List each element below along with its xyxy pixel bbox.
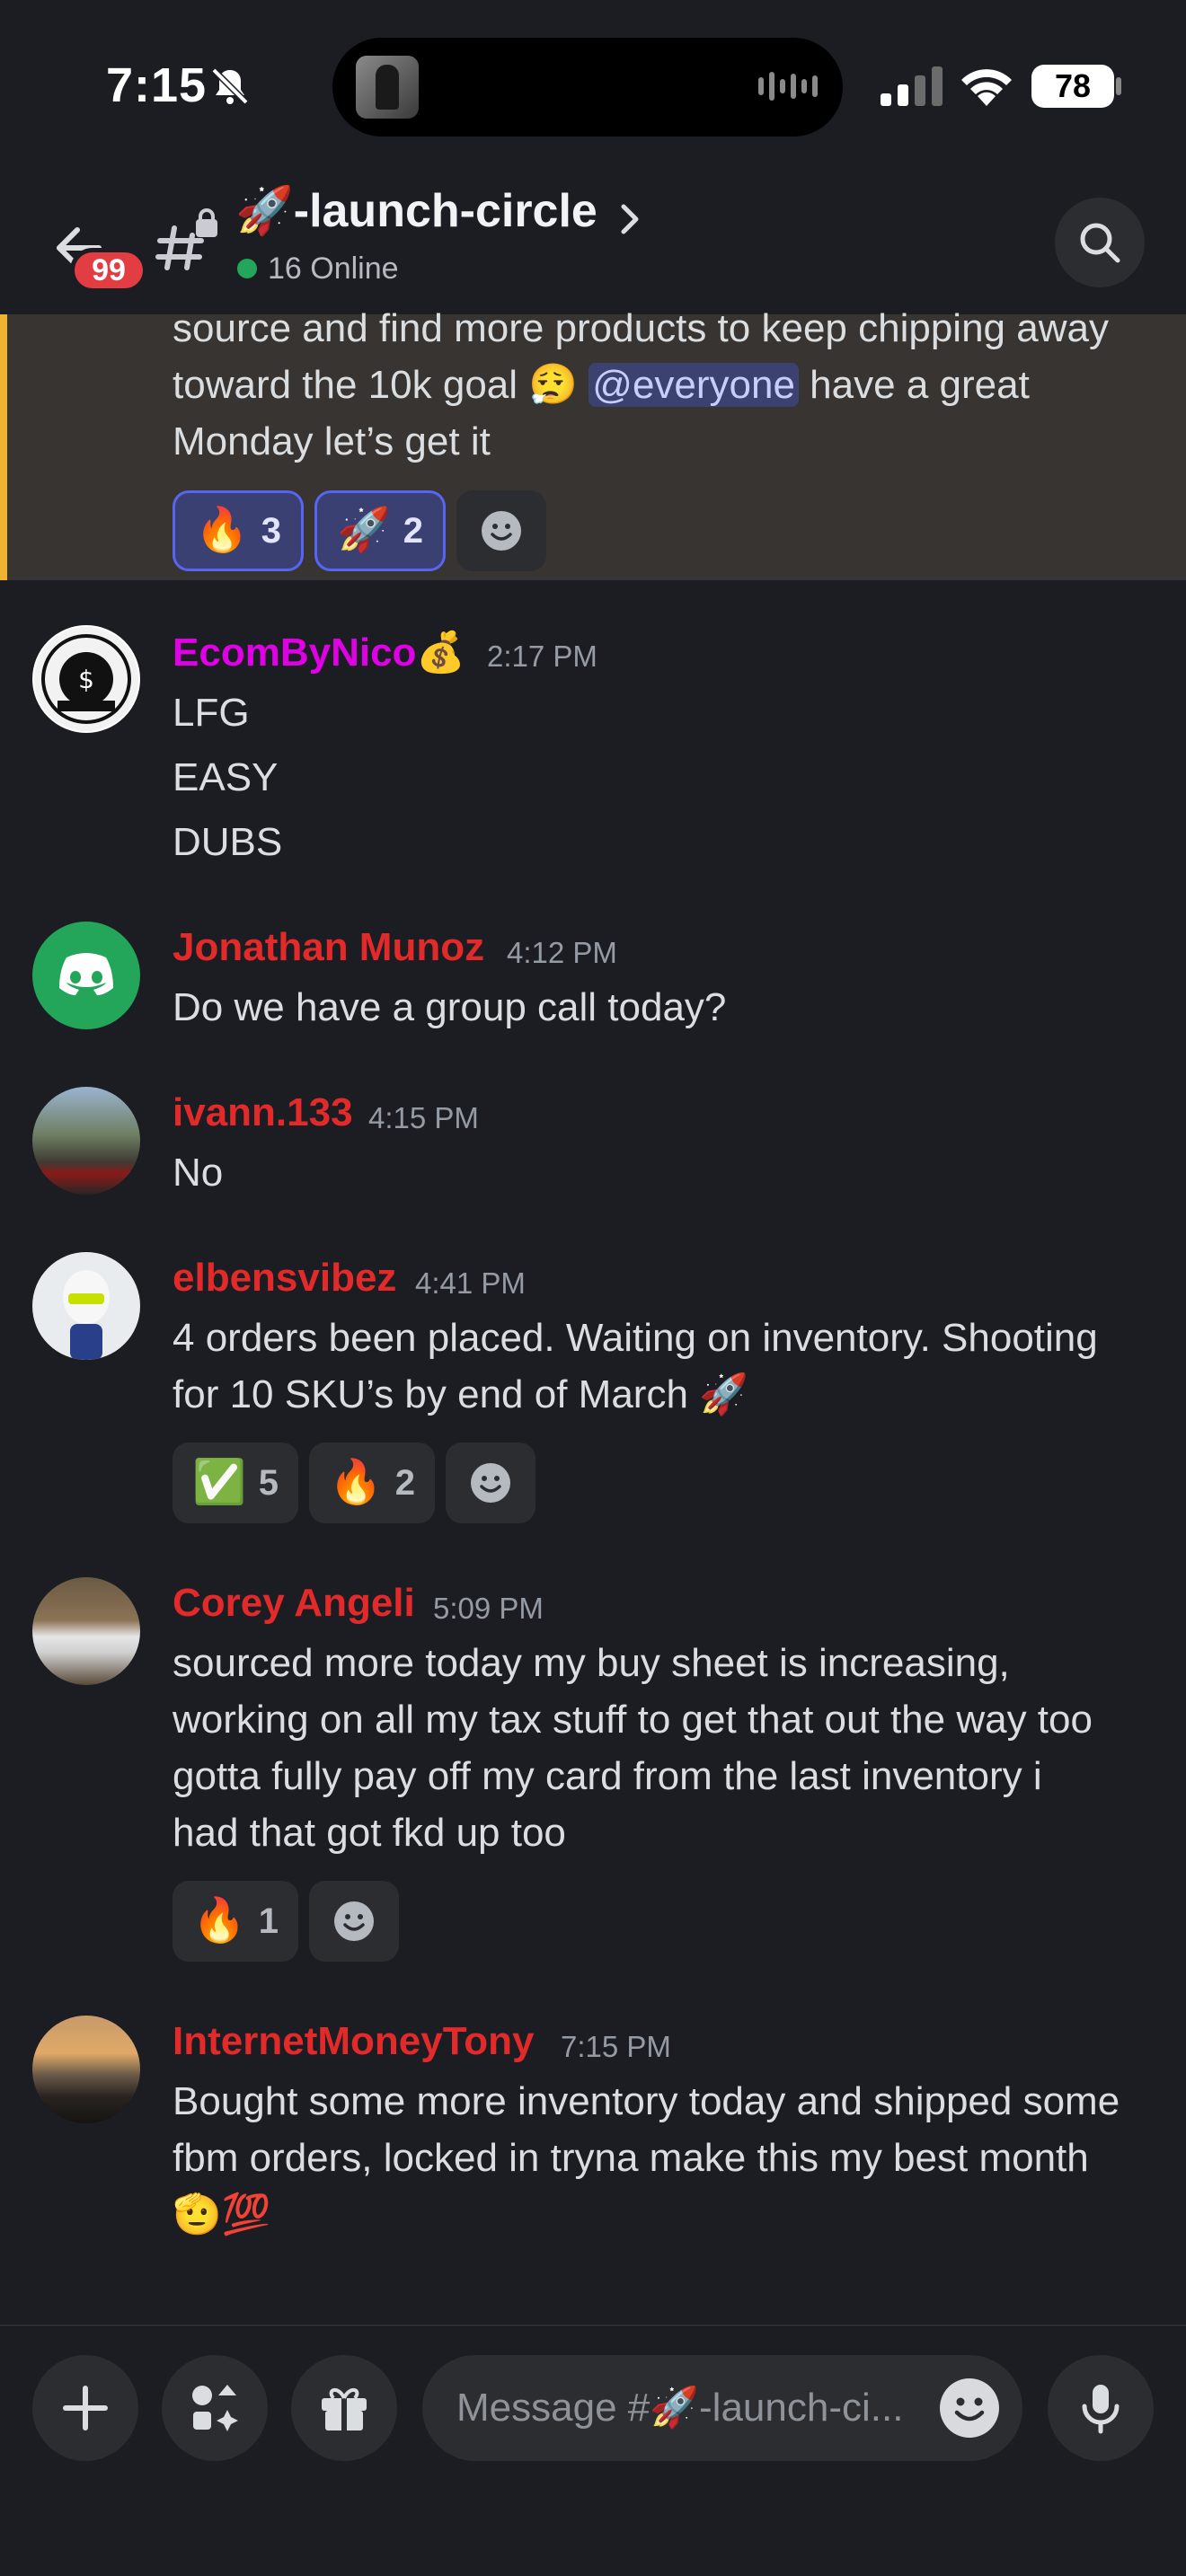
unread-badge: 99: [70, 248, 147, 293]
message-body: sourced more today my buy sheet is incre…: [173, 1641, 1093, 1855]
apps-icon: [192, 2385, 238, 2431]
mention-everyone[interactable]: @everyone: [589, 363, 799, 407]
status-time: 7:15: [106, 58, 208, 112]
timestamp: 4:12 PM: [507, 936, 617, 969]
bell-slash-icon: [211, 67, 249, 105]
reaction-row: 🔥 3 🚀 2: [173, 490, 547, 571]
timestamp: 4:41 PM: [415, 1266, 526, 1300]
username[interactable]: EcomByNico💰: [173, 629, 465, 675]
attach-button[interactable]: [32, 2355, 138, 2461]
username[interactable]: ivann.133: [173, 1090, 353, 1135]
reaction-check[interactable]: ✅ 5: [173, 1442, 299, 1523]
reaction-rocket[interactable]: 🚀 2: [314, 490, 447, 571]
cellular-signal-icon: [881, 66, 943, 106]
avatar-character-image: [63, 1270, 110, 1360]
private-channel-icon: [155, 208, 217, 270]
reaction-row: 🔥 1: [173, 1881, 400, 1962]
smiley-icon: [954, 2397, 985, 2422]
avatar-internetmoneytony[interactable]: [32, 2016, 140, 2123]
message-body: Do we have a group call today?: [173, 985, 727, 1029]
online-count: 16 Online: [268, 251, 399, 286]
now-playing-artwork[interactable]: [356, 56, 419, 119]
reaction-fire[interactable]: 🔥 3: [173, 490, 305, 571]
message-body: No: [173, 1151, 224, 1195]
avatar-corey-angeli[interactable]: [32, 1577, 140, 1685]
emoji-picker-button[interactable]: [940, 2378, 999, 2438]
svg-text:$: $: [78, 665, 94, 694]
timestamp: 4:15 PM: [368, 1101, 479, 1134]
timestamp: 7:15 PM: [561, 2030, 671, 2063]
timestamp: 5:09 PM: [433, 1592, 544, 1625]
username[interactable]: elbensvibez: [173, 1256, 396, 1301]
search-button[interactable]: [1055, 198, 1145, 287]
discord-logo-icon: [59, 953, 113, 995]
status-bar: 7:15 78: [0, 0, 1186, 171]
online-status-dot: [237, 259, 257, 278]
message-body: LFG EASY DUBS: [173, 691, 283, 864]
wifi-icon: [961, 69, 1012, 106]
composer-divider: [0, 2325, 1186, 2326]
timestamp: 2:17 PM: [487, 640, 597, 673]
message-input[interactable]: [422, 2355, 1022, 2461]
add-reaction-button[interactable]: [446, 1442, 536, 1523]
battery-indicator: 78: [1031, 65, 1114, 108]
message-body: Bought some more inventory today and shi…: [173, 2079, 1120, 2236]
smiley-icon: [482, 511, 522, 551]
chevron-right-icon[interactable]: [616, 199, 643, 239]
search-icon: [1080, 223, 1120, 263]
gift-button[interactable]: [291, 2355, 397, 2461]
add-reaction-button[interactable]: [456, 490, 547, 571]
highlighted-message-body: source and find more products to keep ch…: [173, 306, 1109, 463]
ecom-hustlers-logo: $: [34, 627, 138, 731]
message-body: 4 orders been placed. Waiting on invento…: [173, 1316, 1098, 1416]
avatar-elbensvibez[interactable]: [32, 1252, 140, 1360]
reaction-row: ✅ 5 🔥 2: [173, 1442, 536, 1523]
avatar-jonathan-munoz[interactable]: [32, 922, 140, 1029]
reaction-fire[interactable]: 🔥 2: [309, 1442, 436, 1523]
smiley-icon: [471, 1463, 511, 1503]
avatar-ivann[interactable]: [32, 1087, 140, 1195]
username[interactable]: Jonathan Munoz: [173, 925, 484, 970]
username[interactable]: Corey Angeli: [173, 1581, 415, 1626]
reaction-fire[interactable]: 🔥 1: [173, 1881, 299, 1962]
username[interactable]: InternetMoneyTony: [173, 2019, 535, 2064]
avatar-ecombynico[interactable]: $: [32, 625, 140, 733]
microphone-icon: [1082, 2385, 1120, 2434]
gift-icon: [322, 2388, 367, 2430]
plus-icon: [63, 2386, 108, 2430]
add-reaction-button[interactable]: [309, 1881, 400, 1962]
voice-message-button[interactable]: [1048, 2355, 1154, 2461]
audio-wave-icon: [758, 72, 818, 101]
apps-button[interactable]: [162, 2355, 268, 2461]
chat-screen: 7:15 78 99 🚀-launch-circle 16 Online sou…: [0, 0, 1186, 2576]
channel-title[interactable]: 🚀-launch-circle: [235, 183, 597, 238]
smiley-icon: [334, 1901, 375, 1941]
